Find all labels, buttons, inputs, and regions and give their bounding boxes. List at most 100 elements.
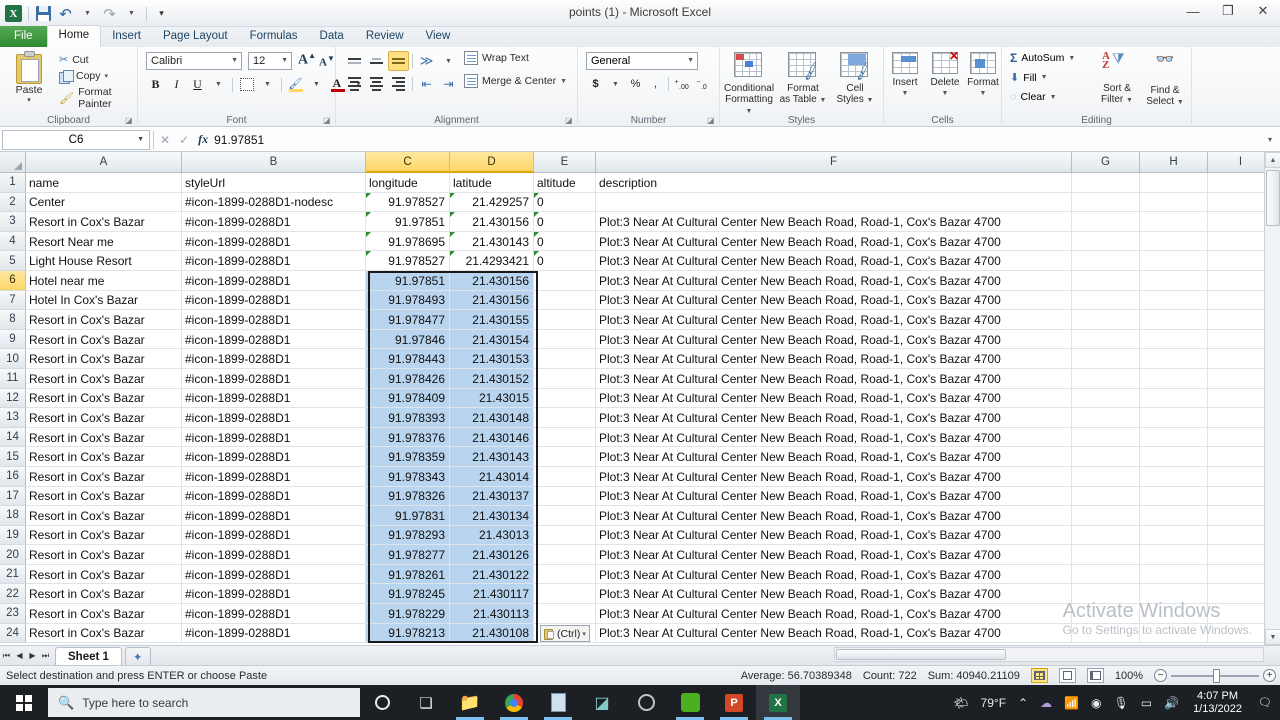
font-size-input[interactable]: 12 ▼ bbox=[248, 52, 292, 70]
cortana-icon[interactable] bbox=[360, 685, 404, 720]
cell-F10[interactable]: Plot:3 Near At Cultural Center New Beach… bbox=[596, 349, 1072, 369]
zoom-slider[interactable]: − + bbox=[1154, 668, 1276, 683]
cell-D7[interactable]: 21.430156 bbox=[450, 290, 534, 311]
format-painter-button[interactable]: 🖌 Format Painter bbox=[56, 85, 137, 111]
cell-F20[interactable]: Plot:3 Near At Cultural Center New Beach… bbox=[596, 545, 1072, 565]
cell-F4[interactable]: Plot:3 Near At Cultural Center New Beach… bbox=[596, 231, 1072, 252]
cell-C6[interactable]: 91.97851 bbox=[366, 270, 450, 291]
cell-H10[interactable] bbox=[1140, 349, 1208, 369]
row-header-20[interactable]: 20 bbox=[0, 545, 26, 565]
column-header-b[interactable]: B bbox=[182, 152, 366, 173]
google-chrome-icon[interactable] bbox=[492, 685, 536, 720]
cell-D8[interactable]: 21.430155 bbox=[450, 310, 534, 330]
cell-E6[interactable] bbox=[534, 270, 596, 291]
cell-styles-button[interactable]: 🖌 Cell Styles ▼ bbox=[830, 50, 880, 106]
row-header-6[interactable]: 6 bbox=[0, 270, 26, 291]
cell-B3[interactable]: #icon-1899-0288D1 bbox=[182, 212, 366, 232]
copy-caret-icon[interactable]: ▾ bbox=[105, 72, 109, 80]
cell-F5[interactable]: Plot:3 Near At Cultural Center New Beach… bbox=[596, 251, 1072, 271]
copy-button[interactable]: Copy ▾ bbox=[56, 69, 137, 84]
middle-align-button[interactable] bbox=[366, 51, 387, 71]
cell-B13[interactable]: #icon-1899-0288D1 bbox=[182, 408, 366, 428]
cell-B23[interactable]: #icon-1899-0288D1 bbox=[182, 604, 366, 624]
cell-G1[interactable] bbox=[1072, 173, 1140, 193]
borders-button[interactable] bbox=[237, 75, 256, 94]
row-header-5[interactable]: 5 bbox=[0, 251, 26, 271]
zoom-out-button[interactable]: − bbox=[1154, 669, 1167, 682]
cell-A24[interactable]: Resort in Cox's Bazar bbox=[26, 623, 182, 644]
cell-A12[interactable]: Resort in Cox's Bazar bbox=[26, 388, 182, 409]
battery-icon[interactable]: ▭ bbox=[1135, 696, 1158, 710]
cell-B4[interactable]: #icon-1899-0288D1 bbox=[182, 231, 366, 252]
cell-A8[interactable]: Resort in Cox's Bazar bbox=[26, 310, 182, 330]
bottom-align-button[interactable] bbox=[388, 51, 409, 71]
cell-C22[interactable]: 91.978245 bbox=[366, 584, 450, 605]
cell-E22[interactable] bbox=[534, 584, 596, 605]
cell-B17[interactable]: #icon-1899-0288D1 bbox=[182, 486, 366, 507]
row-header-7[interactable]: 7 bbox=[0, 290, 26, 311]
fill-color-caret-icon[interactable]: ▼ bbox=[307, 75, 326, 94]
cell-D4[interactable]: 21.430143 bbox=[450, 231, 534, 252]
page-layout-view-button[interactable] bbox=[1058, 668, 1076, 683]
cell-E12[interactable] bbox=[534, 388, 596, 409]
cell-G22[interactable] bbox=[1072, 584, 1140, 605]
grow-font-icon[interactable]: A▲ bbox=[298, 51, 316, 69]
cell-E3[interactable]: 0 bbox=[534, 212, 596, 232]
cell-G24[interactable] bbox=[1072, 623, 1140, 644]
alignment-dialog-launcher[interactable]: ◪ bbox=[565, 116, 574, 125]
cell-A18[interactable]: Resort in Cox's Bazar bbox=[26, 506, 182, 526]
column-header-e[interactable]: E bbox=[534, 152, 596, 173]
row-header-11[interactable]: 11 bbox=[0, 368, 26, 389]
fill-color-button[interactable]: 🖌 bbox=[286, 75, 305, 94]
tab-view[interactable]: View bbox=[415, 27, 462, 47]
name-box[interactable]: C6 ▼ bbox=[2, 129, 150, 150]
cell-G12[interactable] bbox=[1072, 388, 1140, 409]
cell-F17[interactable]: Plot:3 Near At Cultural Center New Beach… bbox=[596, 486, 1072, 507]
decrease-decimal-button[interactable]: ⁻.0 bbox=[692, 74, 711, 94]
cell-B15[interactable]: #icon-1899-0288D1 bbox=[182, 447, 366, 467]
cell-C14[interactable]: 91.978376 bbox=[366, 427, 450, 448]
normal-view-button[interactable] bbox=[1030, 668, 1048, 683]
cell-E15[interactable] bbox=[534, 447, 596, 467]
cell-D9[interactable]: 21.430154 bbox=[450, 329, 534, 350]
cell-H21[interactable] bbox=[1140, 564, 1208, 585]
row-header-12[interactable]: 12 bbox=[0, 388, 26, 409]
cell-E23[interactable] bbox=[534, 604, 596, 624]
cell-A9[interactable]: Resort in Cox's Bazar bbox=[26, 329, 182, 350]
cell-D10[interactable]: 21.430153 bbox=[450, 349, 534, 369]
row-header-14[interactable]: 14 bbox=[0, 427, 26, 448]
decrease-indent-button[interactable]: ⇤ bbox=[416, 74, 437, 94]
cell-F12[interactable]: Plot:3 Near At Cultural Center New Beach… bbox=[596, 388, 1072, 409]
cell-F21[interactable]: Plot:3 Near At Cultural Center New Beach… bbox=[596, 564, 1072, 585]
cell-F16[interactable]: Plot:3 Near At Cultural Center New Beach… bbox=[596, 466, 1072, 487]
percent-format-button[interactable]: % bbox=[626, 74, 645, 94]
cell-D20[interactable]: 21.430126 bbox=[450, 545, 534, 565]
cell-H22[interactable] bbox=[1140, 584, 1208, 605]
powerpoint-icon[interactable]: P bbox=[712, 685, 756, 720]
cell-H20[interactable] bbox=[1140, 545, 1208, 565]
comma-format-button[interactable]: , bbox=[646, 74, 665, 94]
cell-E2[interactable]: 0 bbox=[534, 192, 596, 213]
cell-H18[interactable] bbox=[1140, 506, 1208, 526]
column-header-h[interactable]: H bbox=[1140, 152, 1208, 173]
cell-B21[interactable]: #icon-1899-0288D1 bbox=[182, 564, 366, 585]
align-center-button[interactable] bbox=[366, 74, 387, 94]
calculator-icon[interactable] bbox=[536, 685, 580, 720]
cell-B11[interactable]: #icon-1899-0288D1 bbox=[182, 368, 366, 389]
cell-E1[interactable]: altitude bbox=[534, 173, 596, 193]
cell-D23[interactable]: 21.430113 bbox=[450, 604, 534, 624]
cell-H19[interactable] bbox=[1140, 525, 1208, 546]
cell-H6[interactable] bbox=[1140, 270, 1208, 291]
row-header-23[interactable]: 23 bbox=[0, 604, 26, 624]
cell-D12[interactable]: 21.43015 bbox=[450, 388, 534, 409]
restore-button[interactable]: ❐ bbox=[1217, 2, 1239, 20]
cell-H7[interactable] bbox=[1140, 290, 1208, 311]
cell-F13[interactable]: Plot:3 Near At Cultural Center New Beach… bbox=[596, 408, 1072, 428]
cell-D19[interactable]: 21.43013 bbox=[450, 525, 534, 546]
scroll-up-icon[interactable]: ▲ bbox=[1265, 152, 1280, 168]
paste-button[interactable]: Paste ▾ bbox=[6, 51, 52, 104]
cell-E8[interactable] bbox=[534, 310, 596, 330]
row-header-19[interactable]: 19 bbox=[0, 525, 26, 546]
cell-H5[interactable] bbox=[1140, 251, 1208, 271]
cell-G7[interactable] bbox=[1072, 290, 1140, 311]
